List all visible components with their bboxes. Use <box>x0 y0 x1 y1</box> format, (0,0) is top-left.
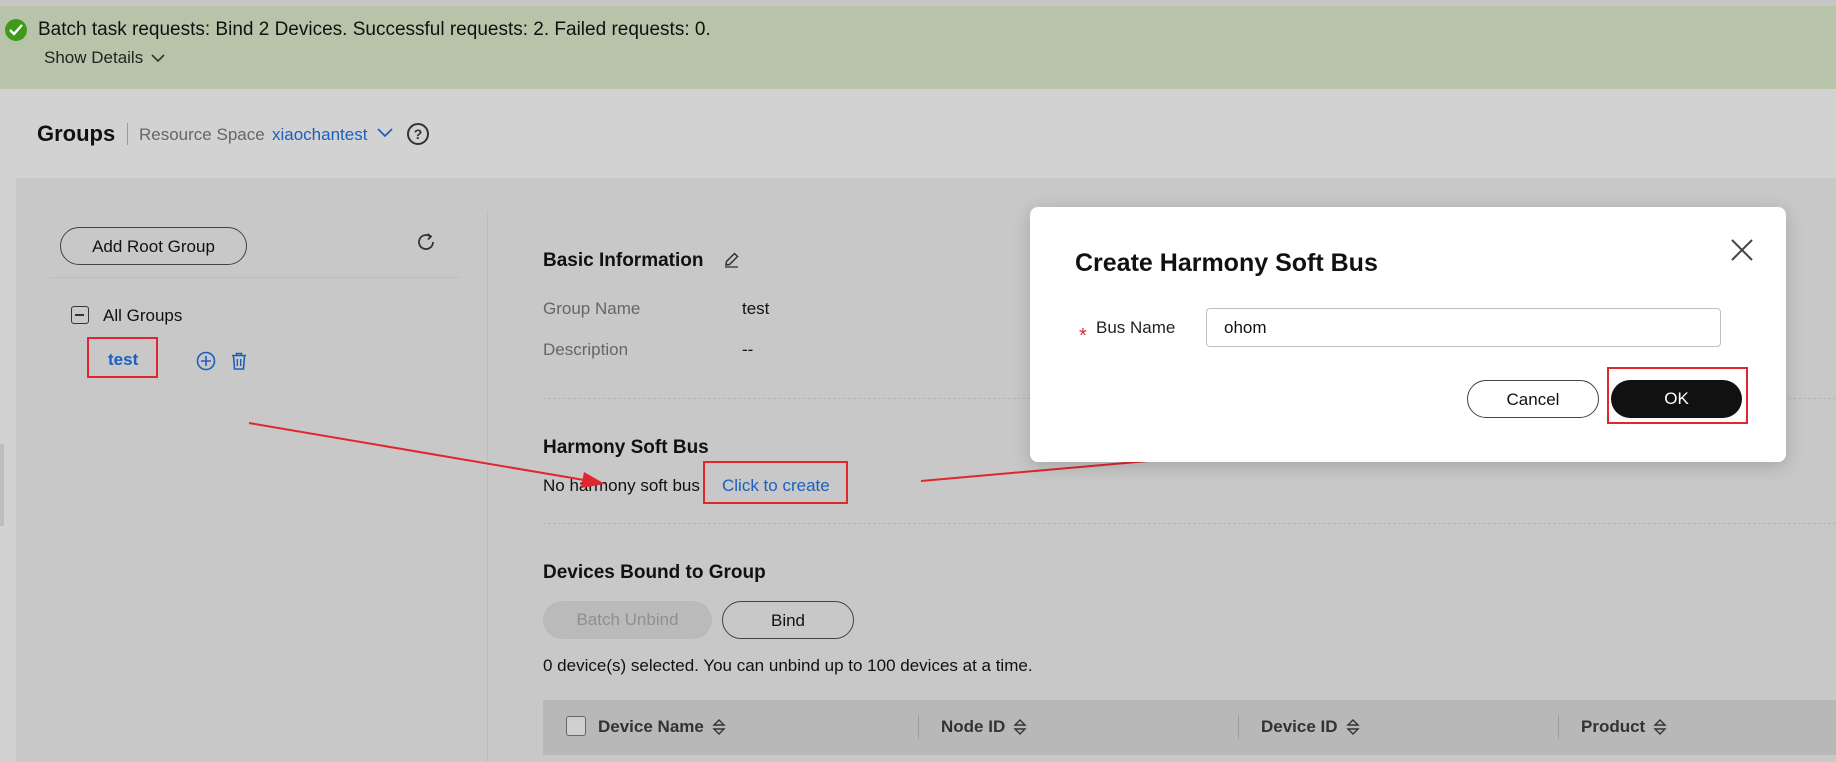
annotation-highlight-box <box>1607 367 1748 424</box>
dialog-title: Create Harmony Soft Bus <box>1075 249 1378 277</box>
create-bus-dialog: Create Harmony Soft Bus * Bus Name Cance… <box>1030 207 1786 462</box>
bus-name-label: Bus Name <box>1096 318 1176 337</box>
annotation-arrow <box>248 422 591 482</box>
required-mark: * <box>1079 325 1087 347</box>
close-icon[interactable] <box>1731 239 1753 261</box>
cancel-button[interactable]: Cancel <box>1467 380 1599 418</box>
annotation-arrowhead <box>581 472 605 488</box>
bus-name-input[interactable] <box>1206 308 1721 347</box>
